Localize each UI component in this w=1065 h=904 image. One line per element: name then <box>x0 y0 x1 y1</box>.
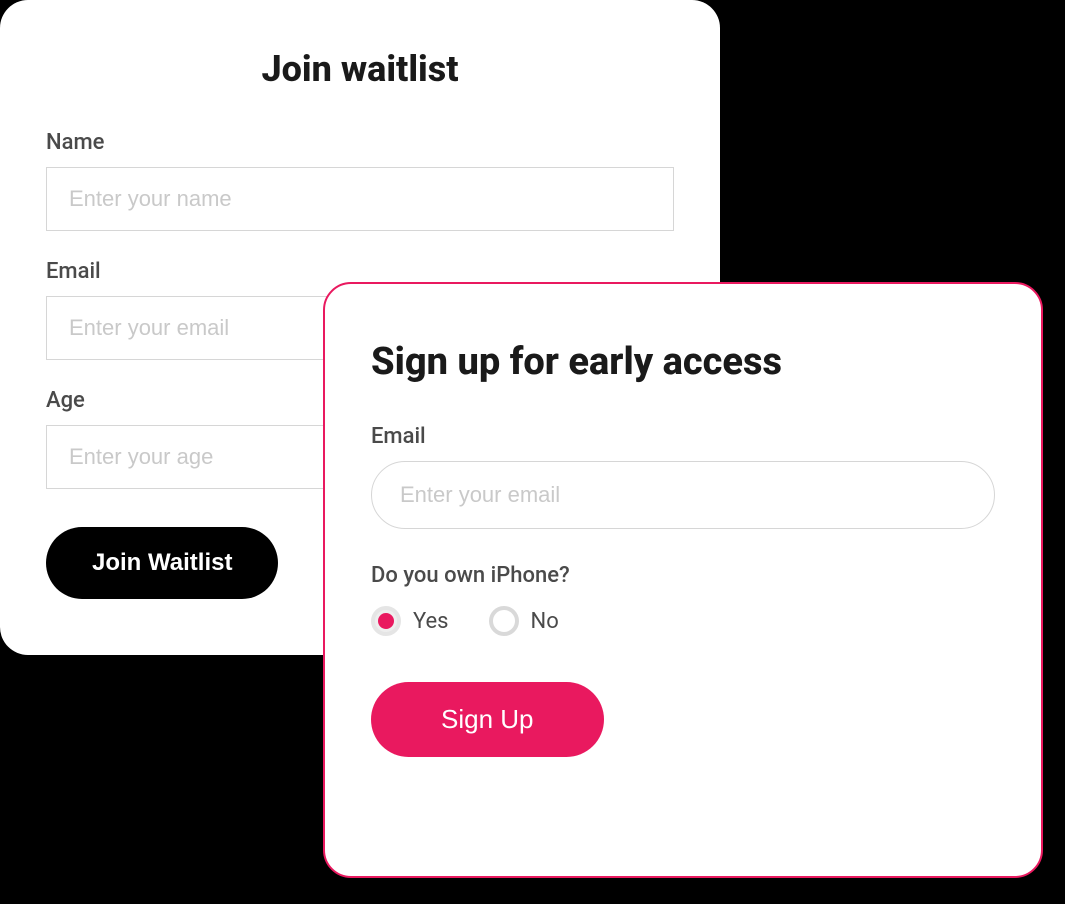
radio-no-icon <box>489 606 519 636</box>
name-field-group: Name <box>46 130 674 231</box>
radio-yes-icon <box>371 606 401 636</box>
name-label: Name <box>46 130 674 155</box>
sign-up-button[interactable]: Sign Up <box>371 682 604 757</box>
early-access-wrap: Sign up for early access Email Do you ow… <box>323 282 1043 878</box>
radio-yes[interactable]: Yes <box>371 606 449 636</box>
radio-yes-label: Yes <box>413 609 449 634</box>
name-input[interactable] <box>46 167 674 231</box>
early-access-title: Sign up for early access <box>371 340 995 384</box>
early-email-field-group: Email <box>371 424 995 529</box>
waitlist-title: Join waitlist <box>46 48 674 90</box>
radio-no-label: No <box>531 609 559 634</box>
radio-no[interactable]: No <box>489 606 559 636</box>
join-waitlist-button[interactable]: Join Waitlist <box>46 527 278 599</box>
radio-group: Yes No <box>371 606 995 636</box>
early-email-input[interactable] <box>371 461 995 529</box>
early-access-card: Sign up for early access Email Do you ow… <box>323 282 1043 878</box>
radio-question: Do you own iPhone? <box>371 563 995 588</box>
email-label: Email <box>46 259 674 284</box>
early-email-label: Email <box>371 424 995 449</box>
